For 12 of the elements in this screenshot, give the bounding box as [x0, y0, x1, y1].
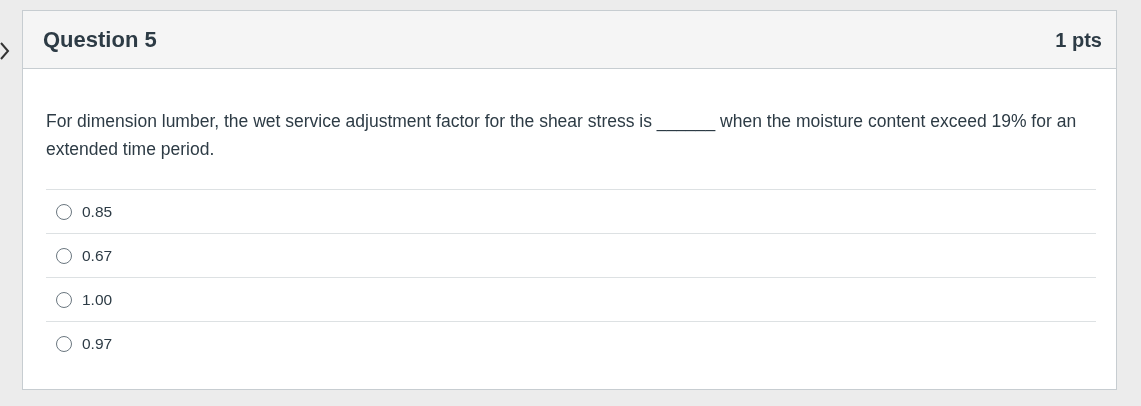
- answer-label[interactable]: 1.00: [82, 287, 113, 312]
- answer-label[interactable]: 0.67: [82, 243, 113, 268]
- answer-label[interactable]: 0.85: [82, 199, 113, 224]
- radio-button[interactable]: [56, 335, 72, 352]
- question-text: For dimension lumber, the wet service adjustment factor for the shear stress is ______ when the moisture content exceed 19% for an extended time period.: [46, 110, 1078, 161]
- radio-button[interactable]: [56, 291, 72, 308]
- radio-button[interactable]: [56, 247, 72, 264]
- answer-label[interactable]: 0.97: [82, 331, 113, 356]
- points-label: 1 pts: [1055, 27, 1102, 53]
- chevron-right-icon[interactable]: [0, 41, 10, 61]
- question-title: Question 5: [43, 26, 157, 54]
- radio-button[interactable]: [56, 203, 72, 220]
